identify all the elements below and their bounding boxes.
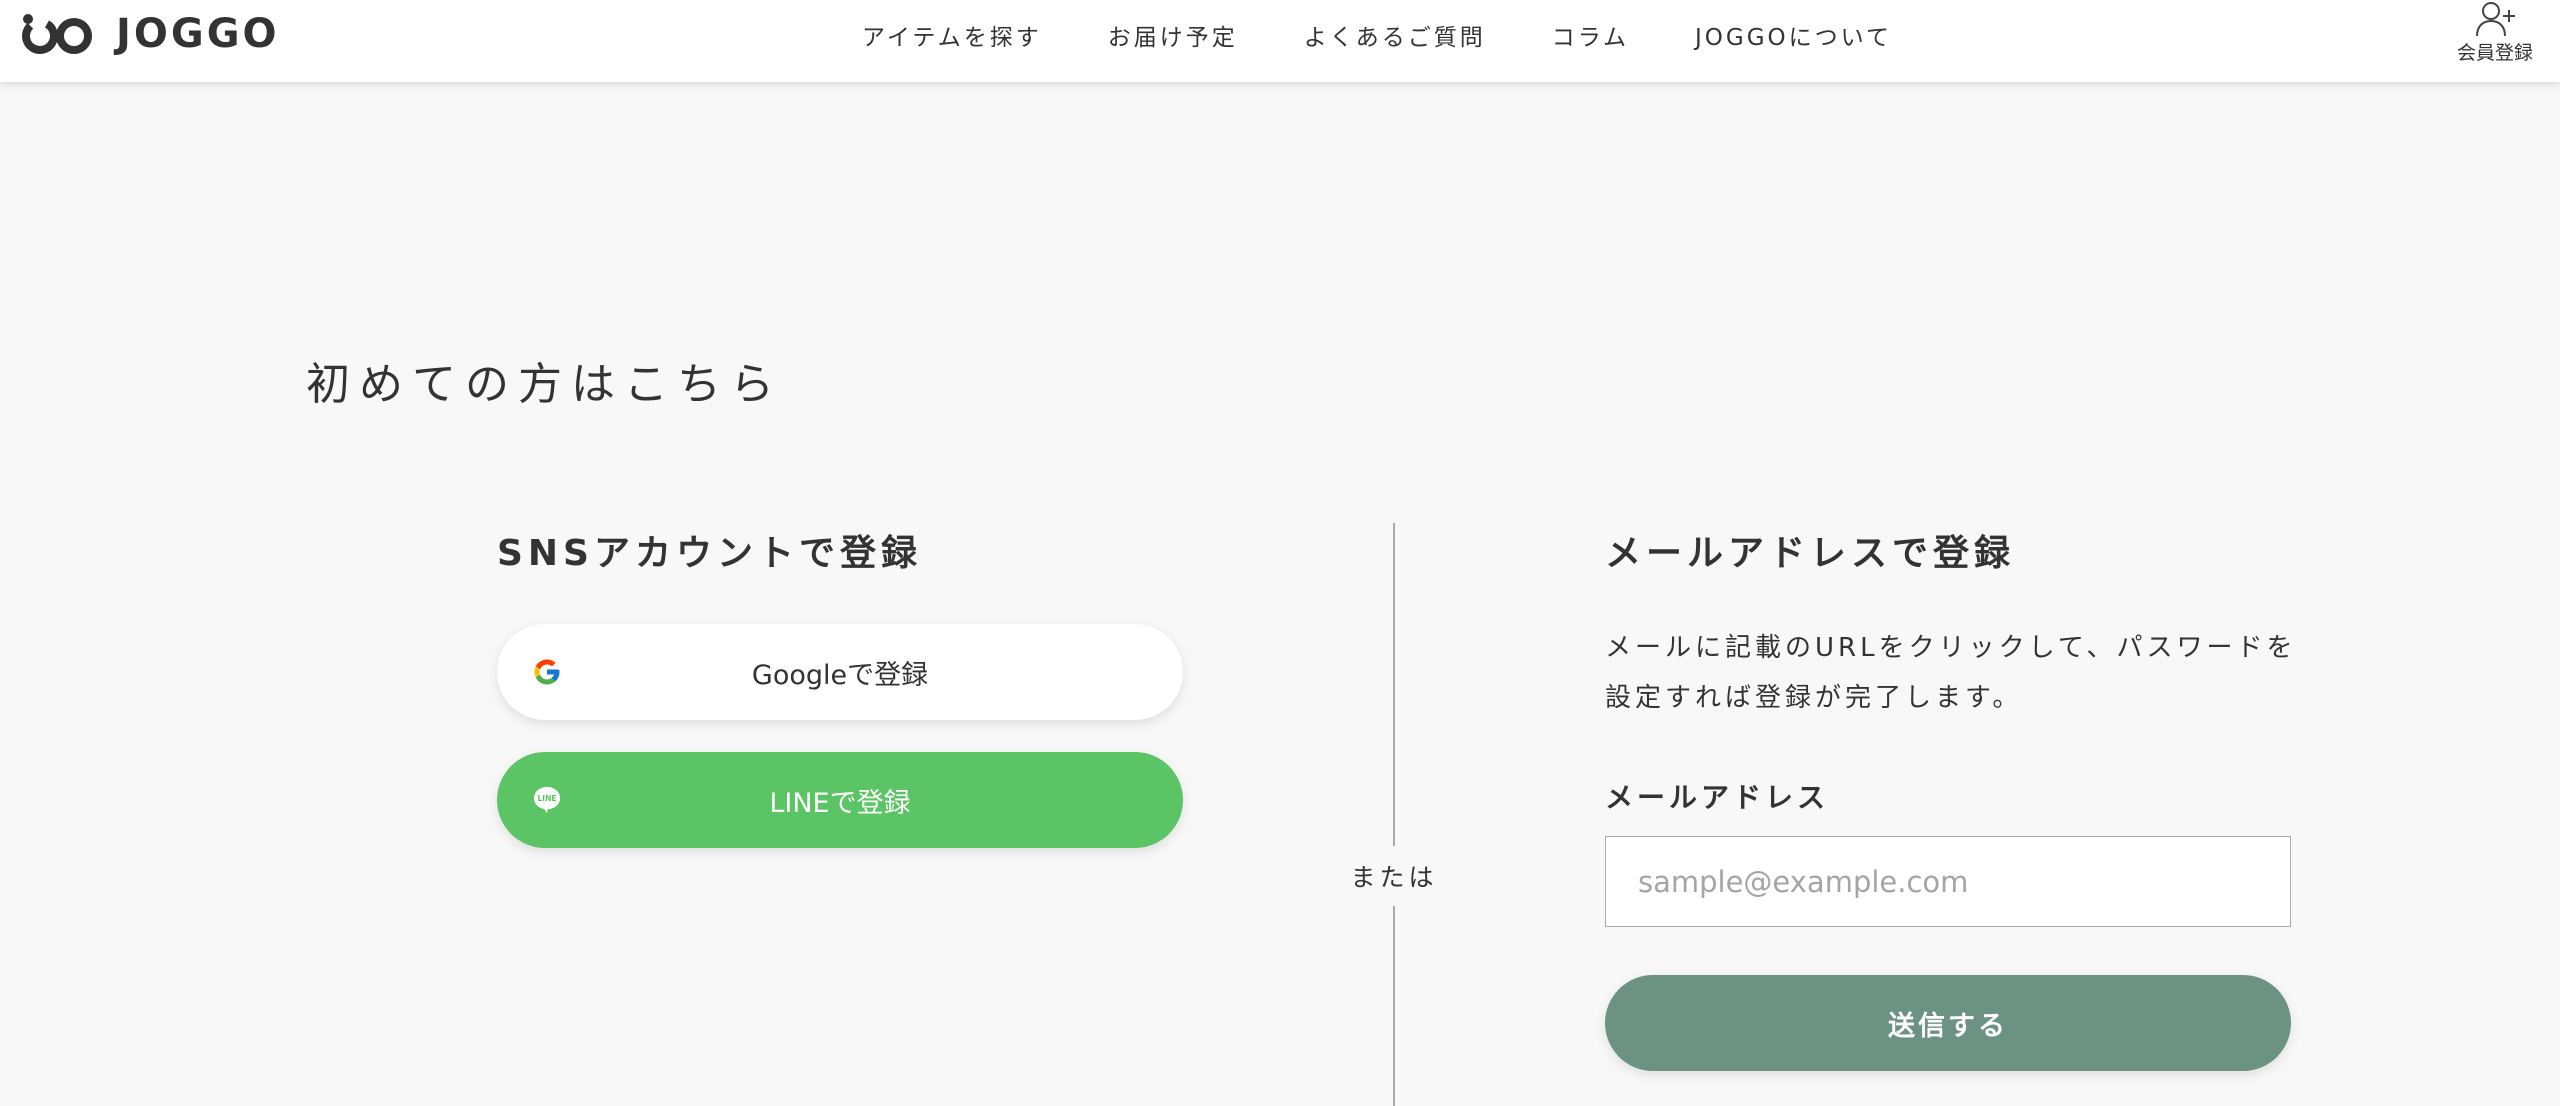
nav-item-faq[interactable]: よくあるご質問	[1304, 18, 1486, 52]
google-icon	[531, 656, 563, 688]
mail-description-line: メールに記載のURLをクリックして、パスワードを	[1605, 633, 2297, 663]
nav-item-find-items[interactable]: アイテムを探す	[862, 18, 1042, 52]
section-divider	[1393, 906, 1395, 1106]
line-register-label: LINEで登録	[769, 787, 911, 819]
logo[interactable]: JOGGO	[18, 11, 280, 57]
nav-item-delivery-schedule[interactable]: お届け予定	[1108, 18, 1238, 52]
google-register-button[interactable]: Googleで登録	[497, 624, 1183, 720]
sns-section-title: SNSアカウントで登録	[497, 533, 922, 574]
mail-section-title: メールアドレスで登録	[1605, 533, 2016, 574]
page-title: 初めての方はこちら	[306, 359, 783, 410]
line-icon: LINE	[531, 784, 563, 816]
register-label: 会員登録	[2456, 42, 2533, 64]
nav-item-column[interactable]: コラム	[1552, 18, 1629, 52]
nav-item-about[interactable]: JOGGOについて	[1695, 18, 1892, 52]
mail-description: メールに記載のURLをクリックして、パスワードを 設定すれば登録が完了します。	[1605, 623, 2305, 723]
register-account-button[interactable]: 会員登録	[2450, 0, 2540, 64]
logo-mark-icon	[22, 14, 92, 54]
email-field-label: メールアドレス	[1605, 781, 1830, 814]
logo-text: JOGGO	[116, 11, 280, 57]
or-separator: または	[1350, 863, 1438, 892]
main-nav: アイテムを探す お届け予定 よくあるご質問 コラム JOGGOについて	[862, 18, 1892, 52]
submit-label: 送信する	[1888, 1010, 2008, 1042]
site-header: JOGGO アイテムを探す お届け予定 よくあるご質問 コラム JOGGOについ…	[0, 0, 2560, 82]
mail-description-line: 設定すれば登録が完了します。	[1605, 683, 2023, 713]
section-divider	[1393, 523, 1395, 846]
line-register-button[interactable]: LINE LINEで登録	[497, 752, 1183, 848]
submit-button[interactable]: 送信する	[1605, 975, 2291, 1071]
user-add-icon	[2476, 2, 2515, 37]
svg-text:LINE: LINE	[538, 794, 557, 803]
google-register-label: Googleで登録	[751, 659, 929, 691]
email-input[interactable]	[1605, 836, 2291, 927]
